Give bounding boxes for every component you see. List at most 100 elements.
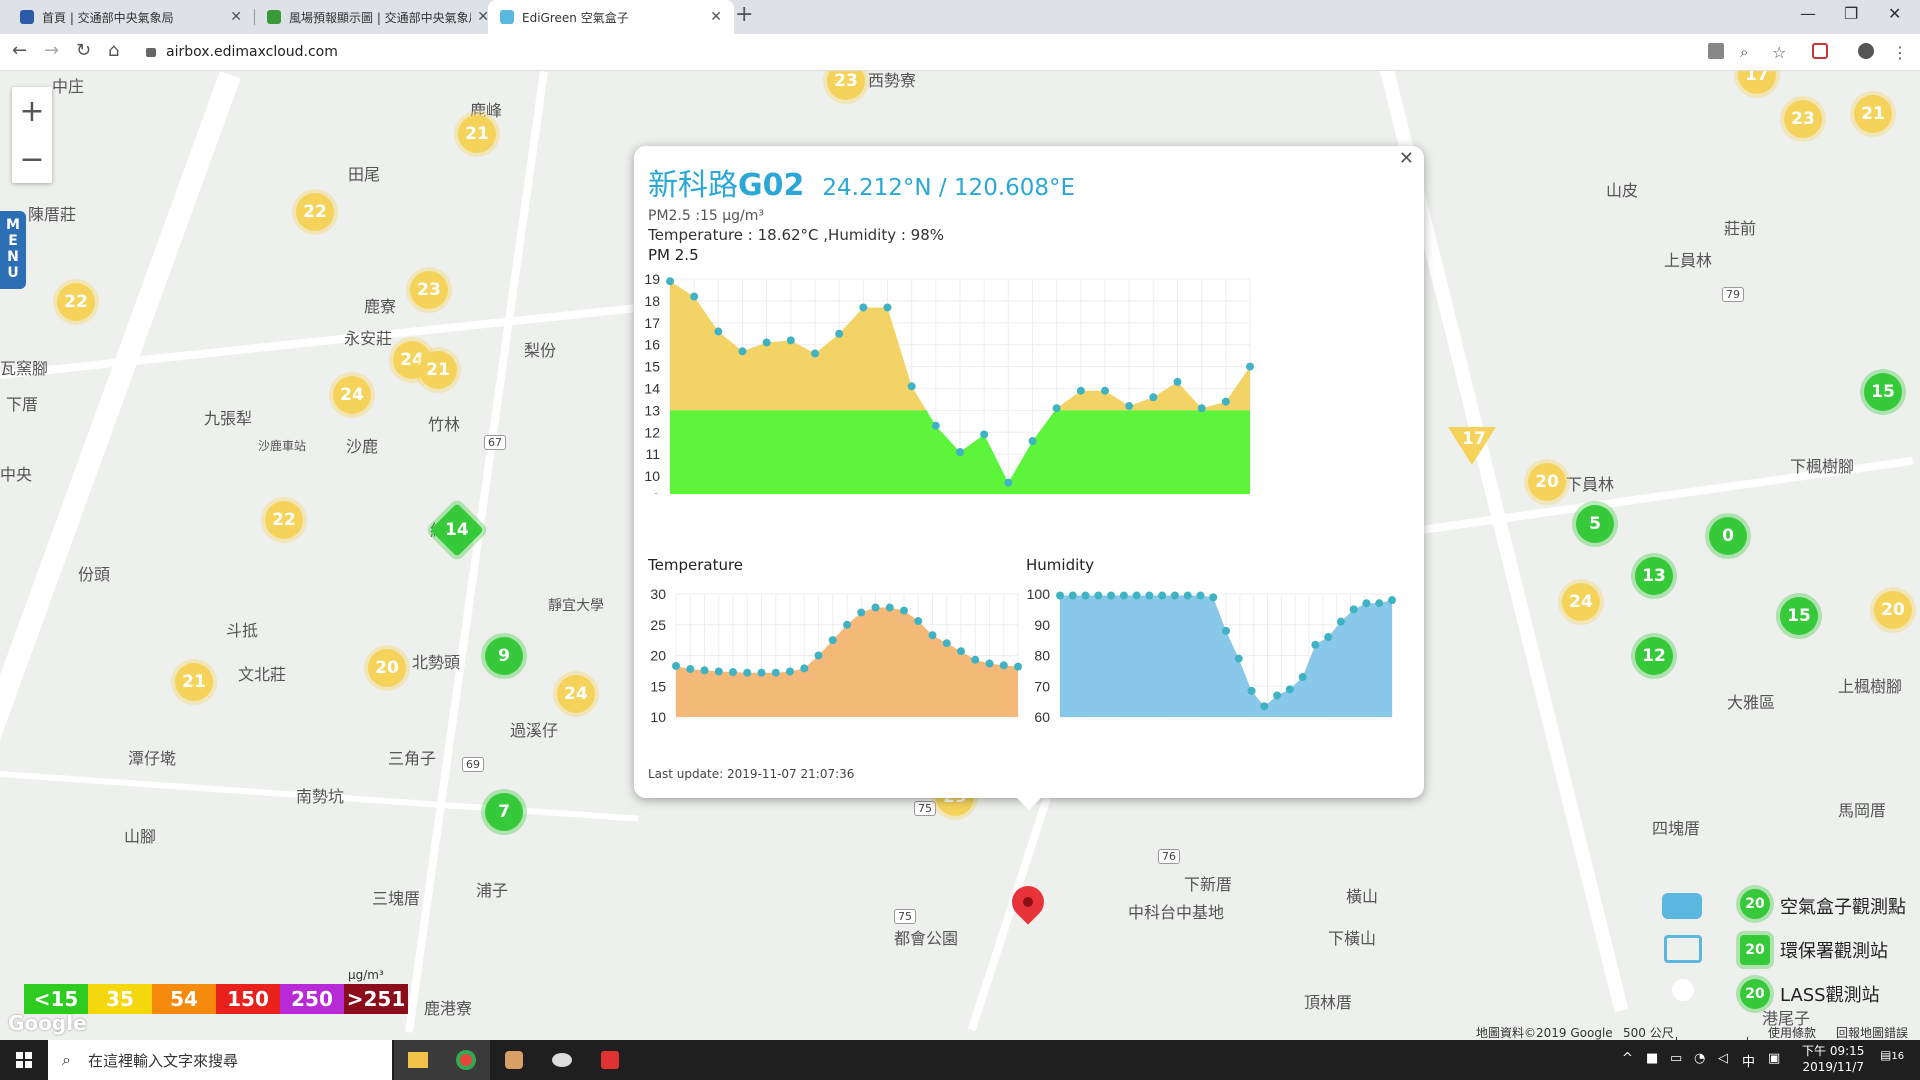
keyboard-icon[interactable]: ▣ [1768, 1051, 1780, 1066]
data-point [957, 647, 965, 656]
data-point [1132, 591, 1141, 600]
back-icon[interactable]: ← [12, 40, 27, 61]
pm-cluster-marker[interactable]: 24 [557, 675, 595, 713]
app-launcher-4[interactable] [538, 1040, 586, 1080]
app-icon [505, 1051, 523, 1069]
extension-icon[interactable] [1812, 43, 1828, 59]
pm-cluster-marker[interactable]: 9 [485, 637, 523, 675]
temperature-chart: 10 15 20 25 30 [650, 586, 1022, 725]
pm-reading: PM2.5 :15 μg/m³ [648, 208, 764, 224]
clock-time: 下午 09:15 [1802, 1044, 1865, 1058]
pm-cluster-marker[interactable]: 20 [1874, 591, 1912, 629]
pm-cluster-marker[interactable]: 20 [1528, 463, 1566, 501]
profile-icon[interactable] [1858, 43, 1874, 59]
pm-cluster-marker[interactable]: 5 [1576, 505, 1614, 543]
home-icon[interactable]: ⌂ [108, 40, 119, 61]
pm-cluster-marker[interactable]: 12 [1635, 637, 1673, 675]
pm-cluster-marker[interactable]: 21 [458, 115, 496, 153]
data-point [1196, 591, 1205, 600]
app-launcher-3[interactable] [490, 1040, 538, 1080]
pm-cluster-marker[interactable]: 22 [57, 283, 95, 321]
pm-cluster-marker[interactable]: 17 [1738, 71, 1776, 94]
place-label: 橫山 [1346, 887, 1379, 906]
place-label: 山皮 [1606, 181, 1639, 200]
last-update: Last update: 2019-11-07 21:07:36 [648, 767, 855, 781]
ime-indicator[interactable]: 中 [1742, 1051, 1755, 1070]
pm-cluster-marker[interactable]: 15 [1780, 597, 1818, 635]
place-label: 梨份 [524, 341, 557, 360]
data-point [1056, 591, 1064, 600]
map-scale: 500 公尺 [1623, 1026, 1674, 1040]
windows-start-button[interactable] [0, 1040, 48, 1080]
place-label: 靜宜大學 [548, 598, 604, 614]
tab-wind-forecast[interactable]: 風場預報顯示圖 | 交通部中央氣象局 ✕ [255, 0, 501, 34]
restore-button[interactable]: ❐ [1844, 4, 1858, 23]
road-shield: 79 [1722, 287, 1744, 302]
pm-cluster-marker[interactable]: 22 [265, 501, 303, 539]
pm-cluster-marker[interactable]: 20 [368, 649, 406, 687]
pm-cluster-marker[interactable]: 24 [1562, 583, 1600, 621]
y-tick-label: 11 [645, 446, 660, 462]
close-icon[interactable]: ✕ [230, 9, 242, 25]
pm-cluster-marker[interactable]: 21 [419, 351, 457, 389]
terms-link[interactable]: 使用條款 [1768, 1024, 1816, 1041]
tab-label: 首頁 | 交通部中央氣象局 [42, 10, 174, 25]
pm-cluster-marker[interactable]: 13 [1635, 557, 1673, 595]
epa-building-icon [1664, 935, 1702, 963]
clock[interactable]: 下午 09:15 2019/11/7 [1802, 1043, 1864, 1075]
popup-close-button[interactable]: ✕ [1399, 148, 1414, 169]
tab-edigreen[interactable]: EdiGreen 空氣盒子 ✕ [488, 0, 734, 34]
battery-icon[interactable]: ▭ [1670, 1051, 1682, 1066]
tab-cwb-home[interactable]: 首頁 | 交通部中央氣象局 ✕ [8, 0, 254, 34]
data-point [738, 347, 747, 356]
pm-cluster-marker[interactable]: 21 [1854, 95, 1892, 133]
zoom-out-button[interactable]: − [12, 135, 52, 183]
y-tick-label: 90 [1034, 617, 1050, 633]
pm-cluster-marker[interactable]: 23 [827, 71, 865, 100]
pm-cluster-marker[interactable]: 7 [485, 793, 523, 831]
close-window-button[interactable]: ✕ [1888, 4, 1901, 23]
new-tab-button[interactable]: + [735, 2, 753, 27]
legend-cell: 54 [152, 984, 216, 1014]
more-menu-icon[interactable]: ⋮ [1892, 43, 1908, 62]
place-label: 山腳 [124, 827, 157, 846]
data-point [1298, 673, 1307, 682]
road-shield: 75 [894, 909, 916, 924]
search-icon: ⌕ [62, 1050, 71, 1069]
pm-cluster-marker[interactable]: 23 [410, 271, 448, 309]
volume-icon[interactable]: ◁ [1718, 1051, 1728, 1066]
forward-icon[interactable]: → [44, 40, 59, 61]
security-tray-icon[interactable]: ■ [1646, 1051, 1658, 1066]
minimize-button[interactable]: — [1800, 4, 1816, 23]
report-error-link[interactable]: 回報地圖錯誤 [1836, 1024, 1908, 1041]
tray-chevron-icon[interactable]: ^ [1622, 1051, 1633, 1066]
legend-badge: 20 [1740, 979, 1770, 1009]
star-icon[interactable]: ☆ [1772, 43, 1788, 62]
zoom-icon[interactable]: ⌕ [1740, 43, 1756, 61]
pm-cluster-marker[interactable]: 23 [1784, 100, 1822, 138]
pm-cluster-marker[interactable]: 22 [296, 193, 334, 231]
wifi-icon[interactable]: ◔ [1694, 1051, 1705, 1066]
pm-cluster-marker[interactable]: 15 [1864, 373, 1902, 411]
notification-icon[interactable]: ▤16 [1880, 1048, 1904, 1062]
url-field[interactable]: airbox.edimaxcloud.com [146, 40, 1766, 64]
chrome-app[interactable] [442, 1040, 490, 1080]
pm-cluster-marker[interactable]: 24 [333, 376, 371, 414]
reload-icon[interactable]: ↻ [76, 40, 91, 61]
menu-tab[interactable]: M E N U [0, 211, 26, 289]
pm-cluster-marker[interactable]: 0 [1709, 517, 1747, 555]
close-icon[interactable]: ✕ [710, 9, 722, 25]
place-label: 四塊厝 [1652, 819, 1701, 838]
app-launcher-5[interactable] [586, 1040, 634, 1080]
data-point [871, 603, 880, 612]
zoom-in-button[interactable]: + [12, 87, 52, 135]
data-point [1094, 591, 1103, 600]
place-label: 竹林 [428, 415, 461, 434]
file-explorer-app[interactable] [394, 1040, 442, 1080]
edigreen-icon [500, 10, 514, 24]
lass-station-marker[interactable]: 17 [1448, 427, 1496, 465]
taskbar-search-box[interactable]: ⌕ 在這裡輸入文字來搜尋 [48, 1040, 392, 1080]
pm-cluster-marker[interactable]: 21 [175, 663, 213, 701]
translate-icon[interactable] [1708, 43, 1724, 59]
data-point [786, 667, 794, 676]
